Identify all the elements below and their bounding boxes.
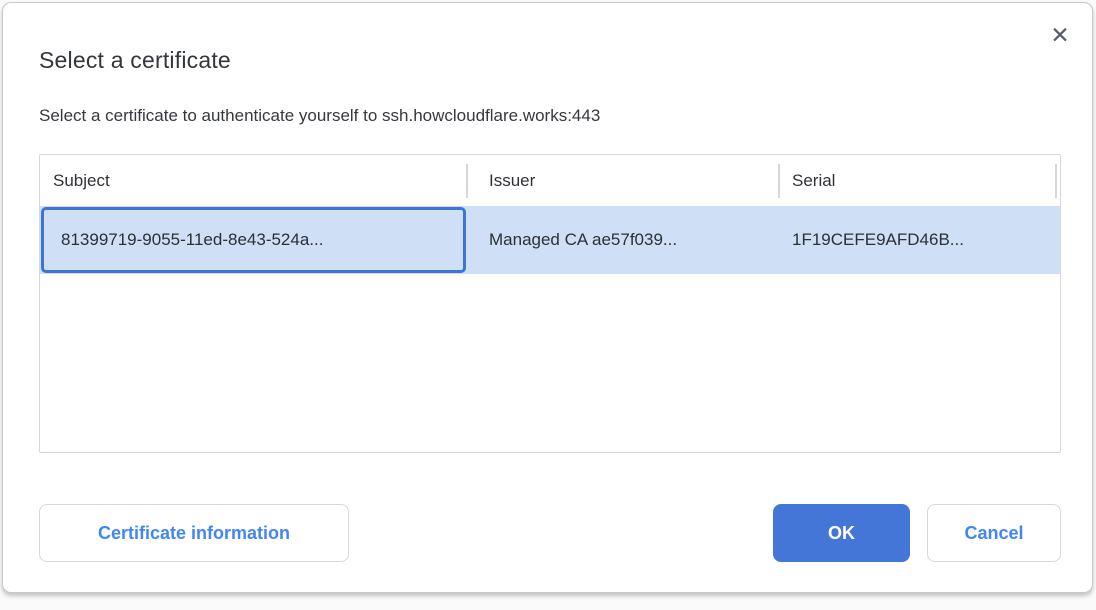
header-divider xyxy=(466,164,468,198)
dialog-title: Select a certificate xyxy=(39,47,231,74)
certificate-dialog: ✕ Select a certificate Select a certific… xyxy=(2,2,1093,593)
page-background: ✕ Select a certificate Select a certific… xyxy=(0,0,1096,610)
certificate-table: Subject Issuer Serial 81399719-9055-11ed… xyxy=(39,154,1061,453)
certificate-information-button[interactable]: Certificate information xyxy=(39,504,349,562)
header-divider xyxy=(778,164,780,198)
cancel-button[interactable]: Cancel xyxy=(927,504,1061,562)
ok-button[interactable]: OK xyxy=(773,504,910,562)
cell-serial[interactable]: 1F19CEFE9AFD46B... xyxy=(778,206,1055,274)
table-row[interactable]: 81399719-9055-11ed-8e43-524a... Managed … xyxy=(40,206,1060,274)
column-header-issuer: Issuer xyxy=(466,155,778,206)
column-header-subject: Subject xyxy=(40,155,466,206)
cell-subject[interactable]: 81399719-9055-11ed-8e43-524a... xyxy=(41,207,466,273)
close-icon[interactable]: ✕ xyxy=(1044,20,1076,52)
header-divider xyxy=(1055,164,1057,198)
column-header-serial: Serial xyxy=(778,155,1055,206)
dialog-subtitle: Select a certificate to authenticate you… xyxy=(39,106,600,126)
table-header: Subject Issuer Serial xyxy=(40,155,1060,206)
cell-issuer[interactable]: Managed CA ae57f039... xyxy=(466,206,778,274)
